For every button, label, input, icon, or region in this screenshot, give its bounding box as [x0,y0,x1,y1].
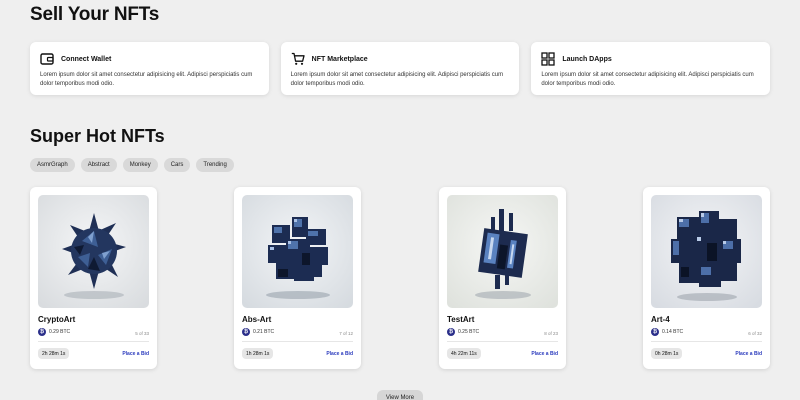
nft-edition: 6 of 32 [748,331,762,336]
nft-card[interactable]: Art-4 ₿ 0.14 BTC 6 of 32 0h 28m 1s Place… [643,187,770,369]
nft-card[interactable]: TestArt ₿ 0.25 BTC 8 of 23 4h 22m 11s Pl… [439,187,566,369]
place-bid-link[interactable]: Place a Bid [735,351,762,357]
feature-description: Lorem ipsum dolor sit amet consectetur a… [40,72,253,87]
nft-card[interactable]: CryptoArt ₿ 0.29 BTC 5 of 33 2h 28m 1s P… [30,187,157,369]
nft-edition: 8 of 23 [544,331,558,336]
feature-description: Lorem ipsum dolor sit amet consectetur a… [541,72,754,87]
feature-title: NFT Marketplace [311,55,368,63]
feature-card-connect-wallet[interactable]: Connect Wallet Lorem ipsum dolor sit ame… [30,42,269,95]
bitcoin-icon: ₿ [651,328,659,336]
nft-image [242,195,353,308]
feature-description: Lorem ipsum dolor sit amet consectetur a… [290,72,504,87]
nft-image [447,195,558,308]
tag-monkey[interactable]: Monkey [122,158,158,172]
sell-section-title: Sell Your NFTs [30,4,160,25]
nft-price: ₿ 0.29 BTC [38,328,70,336]
cart-icon [291,52,305,66]
tag-asmrgraph[interactable]: AsmrGraph [30,158,75,172]
hot-section-title: Super Hot NFTs [30,126,165,146]
tag-cars[interactable]: Cars [163,158,191,172]
nft-name: TestArt [447,315,475,324]
feature-title: Connect Wallet [61,55,112,63]
divider [651,341,762,342]
divider [447,341,558,342]
nft-image [651,195,762,308]
feature-title: Launch DApps [562,55,612,63]
wallet-icon [40,52,54,66]
tag-abstract[interactable]: Abstract [80,158,117,172]
place-bid-link[interactable]: Place a Bid [326,351,353,357]
auction-timer: 0h 28m 1s [651,348,683,359]
bitcoin-icon: ₿ [38,328,46,336]
place-bid-link[interactable]: Place a Bid [122,351,149,357]
nft-name: CryptoArt [38,315,76,324]
bitcoin-icon: ₿ [242,328,250,336]
price-value: 0.14 BTC [662,329,684,335]
nft-edition: 7 of 12 [339,331,353,336]
price-value: 0.29 BTC [49,329,71,335]
nft-name: Art-4 [651,315,670,324]
nft-price: ₿ 0.21 BTC [242,328,274,336]
nft-card-list: CryptoArt ₿ 0.29 BTC 5 of 33 2h 28m 1s P… [30,187,770,369]
auction-timer: 4h 22m 11s [447,348,481,359]
view-more-button[interactable]: View More [377,390,423,400]
nft-card[interactable]: Abs-Art ₿ 0.21 BTC 7 of 12 1h 28m 1s Pla… [234,187,361,369]
feature-card-nft-marketplace[interactable]: NFT Marketplace Lorem ipsum dolor sit am… [280,42,520,95]
feature-card-launch-dapps[interactable]: Launch DApps Lorem ipsum dolor sit amet … [531,42,771,95]
auction-timer: 2h 28m 1s [38,348,70,359]
nft-image [38,195,149,308]
grid-apps-icon [541,52,555,66]
nft-edition: 5 of 33 [135,331,149,336]
place-bid-link[interactable]: Place a Bid [531,351,558,357]
bitcoin-icon: ₿ [447,328,455,336]
auction-timer: 1h 28m 1s [242,348,274,359]
price-value: 0.25 BTC [458,329,480,335]
category-tags: AsmrGraph Abstract Monkey Cars Trending [30,158,234,172]
nft-price: ₿ 0.14 BTC [651,328,683,336]
divider [38,341,149,342]
nft-price: ₿ 0.25 BTC [447,328,479,336]
nft-name: Abs-Art [242,315,272,324]
divider [242,341,353,342]
features-row: Connect Wallet Lorem ipsum dolor sit ame… [30,42,771,95]
tag-trending[interactable]: Trending [196,158,234,172]
price-value: 0.21 BTC [253,329,275,335]
